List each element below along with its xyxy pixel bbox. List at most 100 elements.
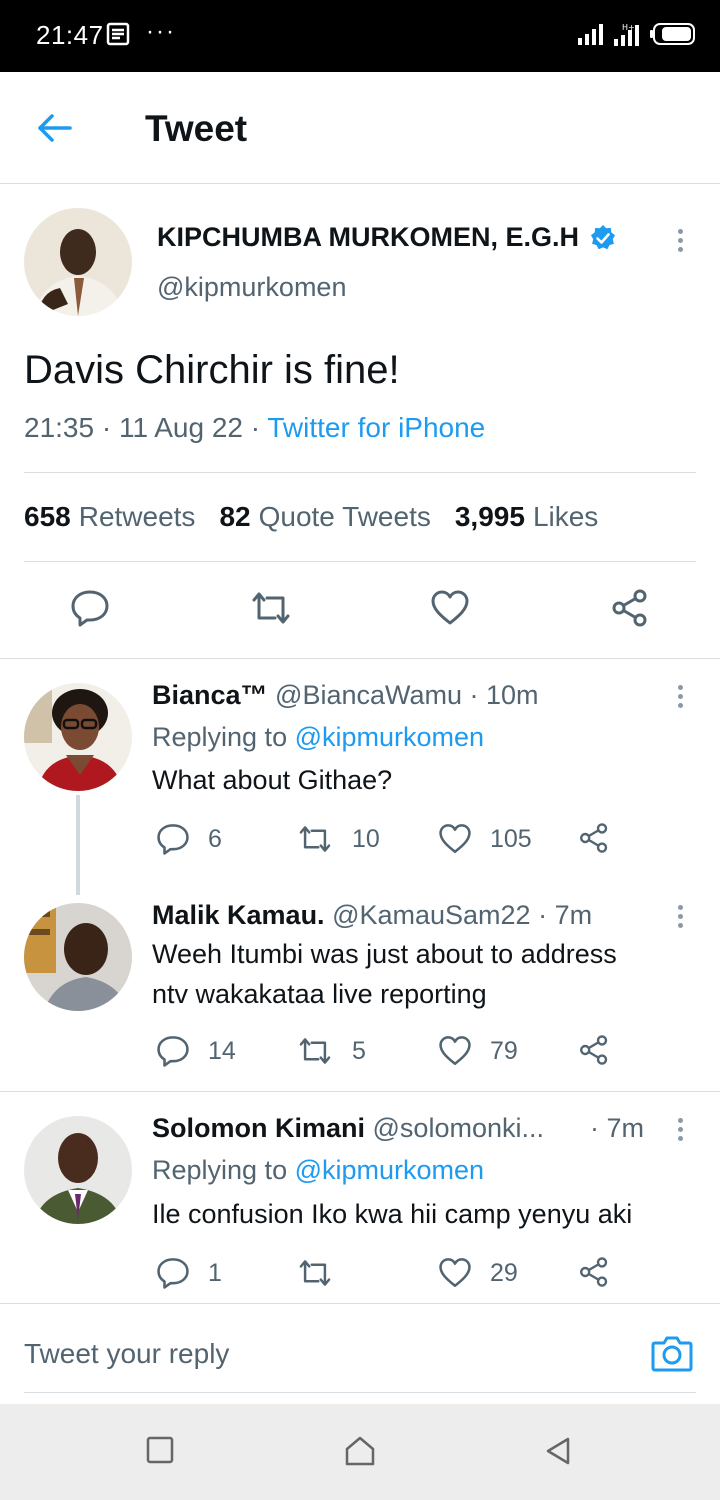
reply-count: 1	[208, 1258, 222, 1287]
page-title: Tweet	[145, 108, 248, 149]
more-notifications-icon: ···	[146, 18, 176, 45]
replying-to-label: Replying to	[152, 722, 295, 752]
back-arrow-icon[interactable]	[34, 108, 74, 148]
divider	[0, 1303, 720, 1304]
likes-stat[interactable]: 3,995 Likes	[455, 501, 598, 533]
like-action[interactable]: 79	[438, 1034, 518, 1068]
reply-text-line: Weeh Itumbi was just about to address	[152, 939, 617, 969]
verified-badge-icon	[589, 224, 617, 252]
quotes-count: 82	[219, 501, 251, 532]
reply-text-line: ntv wakakataa live reporting	[152, 979, 487, 1009]
signal-icon	[578, 23, 604, 45]
retweets-label: Retweets	[78, 501, 196, 532]
replying-to-handle[interactable]: @kipmurkomen	[295, 1155, 484, 1185]
reply-icon	[156, 1256, 190, 1290]
like-count: 79	[490, 1036, 518, 1065]
author-name[interactable]: KIPCHUMBA MURKOMEN, E.G.H	[157, 222, 579, 253]
reply-action-bar: 1 29	[152, 1256, 632, 1292]
reply-handle-time[interactable]: @BiancaWamu · 10m	[268, 680, 539, 710]
like-heart-icon	[438, 822, 472, 856]
reply-action[interactable]: 14	[156, 1034, 236, 1068]
like-heart-icon	[438, 1034, 472, 1068]
author-handle[interactable]: @kipmurkomen	[157, 272, 346, 303]
like-action[interactable]: 105	[438, 822, 532, 856]
divider	[0, 658, 720, 659]
retweet-icon	[296, 1034, 334, 1068]
replying-to: Replying to @kipmurkomen	[152, 722, 484, 753]
replying-to-label: Replying to	[152, 1155, 295, 1185]
signal-2-icon: H+	[614, 22, 640, 46]
reply-action[interactable]: 6	[156, 822, 222, 856]
home-icon[interactable]	[344, 1436, 376, 1466]
reply-header: Bianca™ @BiancaWamu · 10m	[152, 680, 539, 711]
author-avatar[interactable]	[24, 208, 132, 316]
retweet-count: 10	[352, 824, 380, 853]
share-icon[interactable]	[610, 588, 650, 628]
reply-text: What about Githae?	[152, 765, 393, 795]
retweets-stat[interactable]: 658 Retweets	[24, 501, 195, 533]
reply-author-name[interactable]: Solomon Kimani	[152, 1113, 365, 1143]
more-options-icon[interactable]	[676, 1118, 684, 1145]
likes-label: Likes	[532, 501, 599, 532]
like-count: 105	[490, 824, 532, 853]
divider	[24, 472, 696, 473]
like-count: 29	[490, 1258, 518, 1287]
more-options-icon[interactable]	[676, 905, 684, 932]
reply-handle[interactable]: @solomonki...	[365, 1113, 544, 1143]
back-triangle-icon[interactable]	[544, 1436, 572, 1466]
battery-icon	[650, 22, 696, 46]
reply-icon[interactable]	[70, 588, 110, 628]
retweets-count: 658	[24, 501, 71, 532]
share-icon[interactable]	[578, 822, 610, 854]
tweet-source-link[interactable]: Twitter for iPhone	[267, 412, 485, 443]
retweet-action[interactable]: 5	[296, 1034, 366, 1068]
reply-input[interactable]: Tweet your reply	[24, 1338, 229, 1370]
recents-square-icon[interactable]	[146, 1436, 174, 1464]
quotes-label: Quote Tweets	[258, 501, 431, 532]
reply-action-bar: 14 5 79	[152, 1034, 632, 1070]
share-icon[interactable]	[578, 1034, 610, 1066]
retweet-icon[interactable]	[248, 588, 294, 628]
reply-header: Solomon Kimani @solomonki...	[152, 1113, 544, 1144]
author-name-row: KIPCHUMBA MURKOMEN, E.G.H	[157, 222, 617, 253]
reply-author-name[interactable]: Malik Kamau.	[152, 900, 325, 930]
reply-avatar[interactable]	[24, 1116, 132, 1224]
reply-avatar[interactable]	[24, 903, 132, 1011]
tweet-stats: 658 Retweets 82 Quote Tweets 3,995 Likes	[24, 501, 598, 533]
quote-tweets-stat[interactable]: 82 Quote Tweets	[219, 501, 430, 533]
reply-header: Malik Kamau. @KamauSam22 · 7m	[152, 900, 592, 931]
status-time: 21:47	[36, 20, 104, 50]
retweet-action[interactable]	[296, 1256, 352, 1290]
reply-count: 6	[208, 824, 222, 853]
retweet-action[interactable]: 10	[296, 822, 380, 856]
like-heart-icon	[438, 1256, 472, 1290]
svg-text:H+: H+	[622, 23, 635, 32]
tweet-text: Davis Chirchir is fine!	[24, 348, 400, 392]
thread-connector-line	[76, 795, 80, 895]
retweet-count: 5	[352, 1036, 366, 1065]
divider	[24, 561, 696, 562]
reply-avatar[interactable]	[24, 683, 132, 791]
divider	[0, 1091, 720, 1092]
like-action[interactable]: 29	[438, 1256, 518, 1290]
more-options-icon[interactable]	[676, 685, 684, 712]
likes-count: 3,995	[454, 501, 525, 532]
retweet-icon	[296, 822, 334, 856]
reply-icon	[156, 1034, 190, 1068]
replying-to: Replying to @kipmurkomen	[152, 1155, 484, 1186]
like-heart-icon[interactable]	[430, 588, 470, 628]
reply-icon	[156, 822, 190, 856]
reply-author-name[interactable]: Bianca™	[152, 680, 268, 710]
camera-icon[interactable]	[651, 1333, 693, 1373]
reply-time: · 7m	[590, 1113, 644, 1143]
tweet-meta: 21:35 · 11 Aug 22 · Twitter for iPhone	[24, 412, 485, 444]
retweet-icon	[296, 1256, 334, 1290]
more-options-icon[interactable]	[676, 229, 684, 256]
reply-handle-time[interactable]: @KamauSam22 · 7m	[325, 900, 592, 930]
reply-action-bar: 6 10 105	[152, 822, 632, 858]
replying-to-handle[interactable]: @kipmurkomen	[295, 722, 484, 752]
share-icon[interactable]	[578, 1256, 610, 1288]
reply-count: 14	[208, 1036, 236, 1065]
reply-input-underline	[24, 1392, 696, 1393]
reply-action[interactable]: 1	[156, 1256, 222, 1290]
